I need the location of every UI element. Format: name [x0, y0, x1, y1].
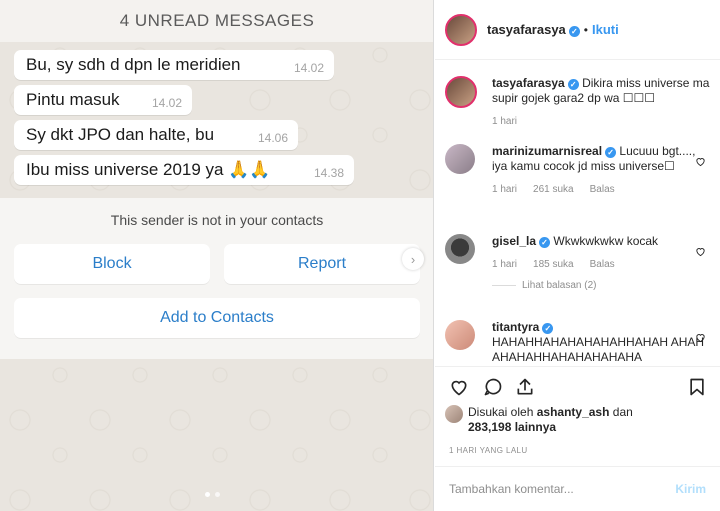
comment-input[interactable]: Tambahkan komentar...: [449, 482, 574, 496]
message-text: Bu, sy sdh d dpn le meridien: [26, 55, 241, 74]
replies-divider: [492, 285, 516, 286]
message-time: 14.38: [313, 166, 344, 180]
next-slide-icon[interactable]: ›: [402, 248, 424, 270]
liked-by-text: Disukai oleh ashanty_ash dan 283,198 lai…: [468, 405, 633, 435]
comment-body: gisel_la ✓ Wkwkwkwkw kocak: [492, 234, 710, 249]
post-time-ago: 1 HARI YANG LALU: [449, 446, 528, 455]
comment-item: marinizumarnisreal ✓ Lucuuu bgt...., iya …: [445, 144, 710, 195]
username-text: marinizumarnisreal: [492, 144, 603, 158]
verified-icon: ✓: [542, 323, 554, 334]
message-text: Pintu masuk: [26, 90, 120, 109]
like-comment-heart-icon[interactable]: [695, 246, 706, 257]
comment-meta: 1 hari: [492, 116, 710, 127]
message-text: Sy dkt JPO dan halte, bu: [26, 125, 215, 144]
verified-icon: ✓: [539, 237, 551, 248]
unread-banner: 4 UNREAD MESSAGES: [0, 0, 433, 42]
like-comment-heart-icon[interactable]: [695, 332, 706, 343]
message-text: Ibu miss universe 2019 ya 🙏🙏: [26, 160, 271, 179]
comment-time: 1 hari: [492, 259, 518, 270]
share-icon[interactable]: [515, 377, 535, 397]
liked-by-prefix: Disukai oleh: [468, 405, 534, 419]
username-text: tasyafarasya: [492, 76, 565, 90]
sender-notice: This sender is not in your contacts: [110, 212, 324, 228]
username-text: gisel_la: [492, 234, 537, 248]
reply-button[interactable]: Balas: [590, 259, 615, 270]
username-link[interactable]: gisel_la ✓: [492, 234, 551, 248]
carousel-dot: [205, 492, 210, 497]
caption: tasyafarasya ✓ Dikira miss universe ma su…: [445, 76, 710, 127]
username-link[interactable]: tasyafarasya ✓: [492, 76, 579, 90]
comment-text: Wkwkwkwkw kocak: [553, 234, 659, 248]
liked-by-user-link[interactable]: ashanty_ash: [537, 405, 610, 419]
message-time: 14.02: [293, 61, 324, 75]
avatar[interactable]: [445, 144, 475, 174]
chat-screenshot: 4 UNREAD MESSAGES Bu, sy sdh d dpn le me…: [0, 0, 434, 511]
separator-dot: •: [583, 22, 588, 37]
comment-list[interactable]: tasyafarasya ✓ Dikira miss universe ma su…: [435, 70, 720, 364]
comment-item: titantyra ✓ HAHAHHAHAHAHAHAHHAHAH AHAHAHA…: [445, 320, 710, 364]
message-time: 14.02: [151, 96, 182, 110]
add-to-contacts-button[interactable]: Add to Contacts: [14, 298, 420, 338]
comment-icon[interactable]: [483, 377, 503, 397]
post-actions: [435, 366, 720, 406]
carousel-dots: [205, 492, 220, 497]
comment-time: 1 hari: [492, 184, 518, 195]
view-replies-label: Lihat balasan (2): [522, 280, 597, 291]
liked-by-suffix: dan: [612, 405, 633, 419]
avatar[interactable]: [445, 320, 475, 350]
view-replies-button[interactable]: Lihat balasan (2): [492, 280, 710, 291]
unknown-sender-panel: This sender is not in your contacts Bloc…: [0, 198, 433, 359]
liked-by: Disukai oleh ashanty_ash dan 283,198 lai…: [445, 405, 633, 435]
carousel-dot: [215, 492, 220, 497]
post-sidebar: tasyafarasya ✓ • Ikuti tasyafarasya ✓ Diki…: [435, 0, 720, 511]
reply-button[interactable]: Balas: [590, 184, 615, 195]
avatar[interactable]: [445, 405, 463, 423]
comment-likes[interactable]: 261 suka: [533, 184, 574, 195]
message-bubble: Bu, sy sdh d dpn le meridien 14.02: [14, 50, 334, 80]
username-text: titantyra: [492, 320, 540, 334]
comment-meta: 1 hari 261 suka Balas: [492, 184, 710, 195]
comment-body: titantyra ✓ HAHAHHAHAHAHAHAHHAHAH AHAHAHA…: [492, 320, 710, 364]
comment-time: 1 hari: [492, 116, 518, 127]
add-comment-bar: Tambahkan komentar... Kirim: [435, 466, 720, 511]
username-text: tasyafarasya: [487, 22, 566, 37]
avatar[interactable]: [445, 76, 477, 108]
follow-button[interactable]: Ikuti: [592, 22, 619, 37]
message-bubble: Ibu miss universe 2019 ya 🙏🙏 14.38: [14, 155, 354, 185]
message-time: 14.06: [257, 131, 288, 145]
comment-text: HAHAHHAHAHAHAHAHHAHAH AHAHAHAHAHHAHAHAHA…: [492, 335, 705, 364]
avatar[interactable]: [445, 13, 477, 46]
verified-icon: ✓: [605, 147, 617, 158]
bookmark-icon[interactable]: [687, 377, 707, 397]
block-button[interactable]: Block: [14, 244, 210, 284]
username-link[interactable]: titantyra ✓: [492, 320, 554, 334]
post-header: tasyafarasya ✓ • Ikuti: [435, 0, 720, 60]
message-list: Bu, sy sdh d dpn le meridien 14.02 Pintu…: [14, 50, 354, 190]
comment-body: marinizumarnisreal ✓ Lucuuu bgt...., iya …: [492, 144, 710, 174]
verified-icon: ✓: [567, 79, 579, 90]
avatar[interactable]: [445, 234, 475, 264]
caption-body: tasyafarasya ✓ Dikira miss universe ma su…: [492, 76, 710, 106]
username-link[interactable]: tasyafarasya ✓: [487, 22, 580, 37]
comment-item: gisel_la ✓ Wkwkwkwkw kocak 1 hari 185 suk…: [445, 234, 710, 291]
likes-count-link[interactable]: 283,198 lainnya: [468, 420, 556, 434]
verified-icon: ✓: [568, 26, 580, 37]
comment-likes[interactable]: 185 suka: [533, 259, 574, 270]
like-comment-heart-icon[interactable]: [695, 156, 706, 167]
heart-icon[interactable]: [449, 377, 469, 397]
post-comment-button[interactable]: Kirim: [675, 482, 706, 496]
comment-meta: 1 hari 185 suka Balas: [492, 259, 710, 270]
message-bubble: Pintu masuk 14.02: [14, 85, 192, 115]
report-button[interactable]: Report: [224, 244, 420, 284]
message-bubble: Sy dkt JPO dan halte, bu 14.06: [14, 120, 298, 150]
username-link[interactable]: marinizumarnisreal ✓: [492, 144, 617, 158]
